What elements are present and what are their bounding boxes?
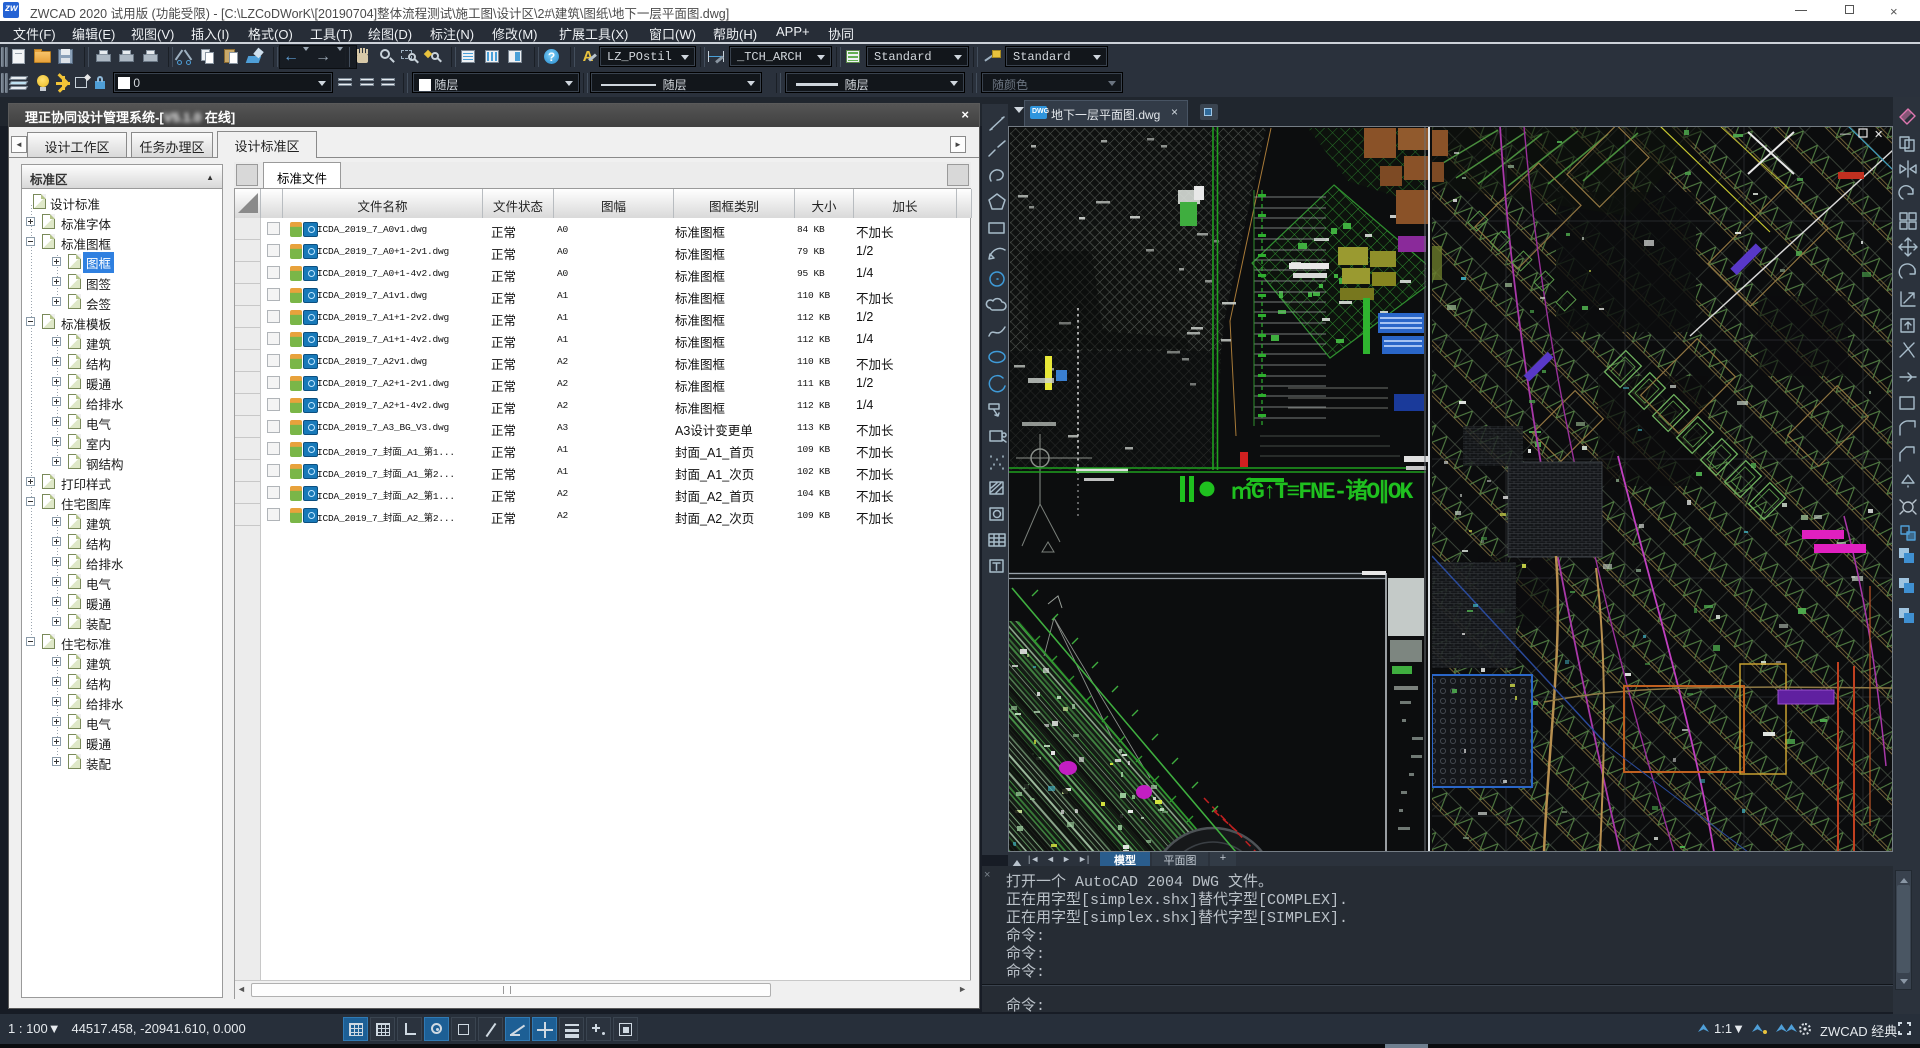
svg-text:—: — [1840,128,1851,140]
svg-text:✕: ✕ [1874,129,1883,141]
